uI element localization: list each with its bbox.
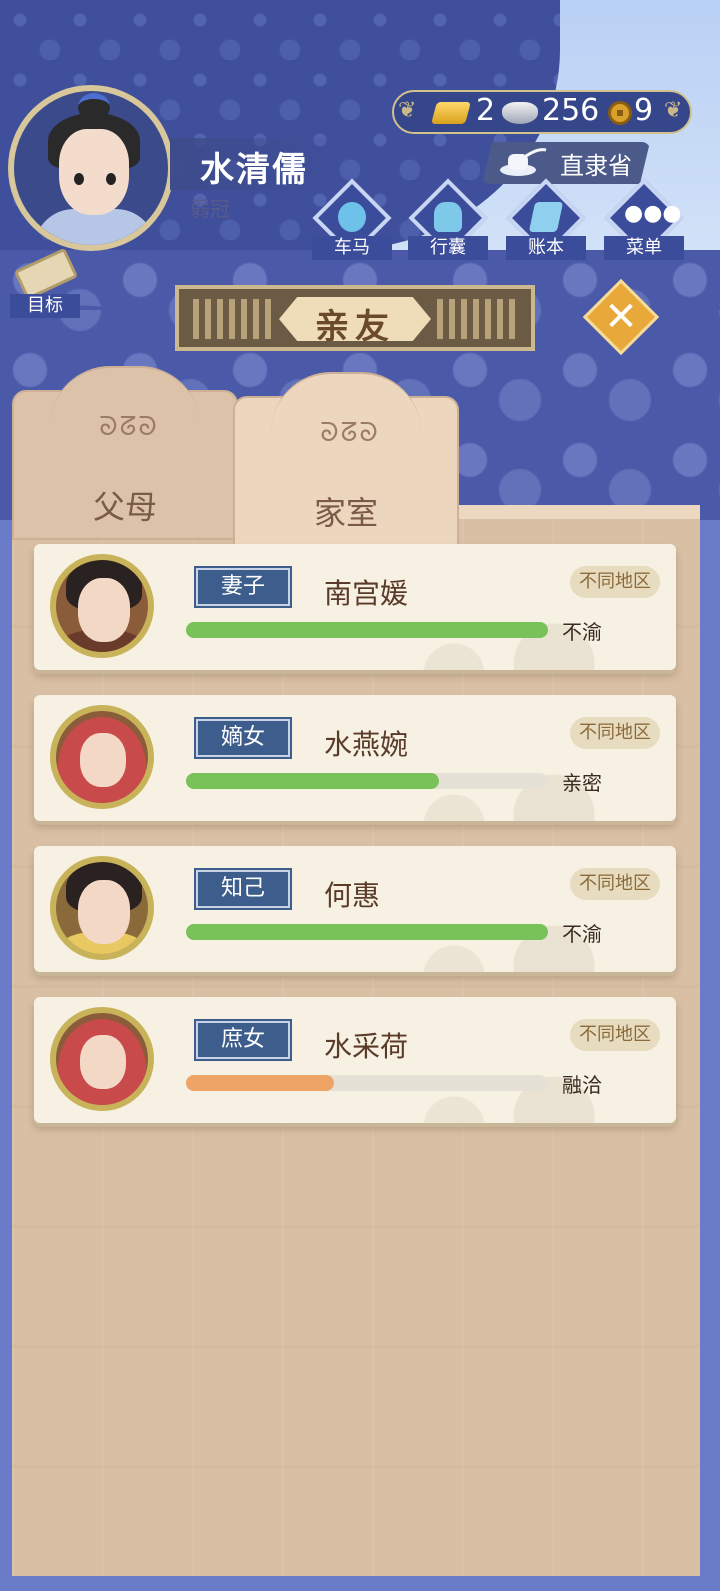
role-tag: 知己 bbox=[194, 868, 292, 910]
banner-ornament bbox=[437, 299, 517, 339]
left-border bbox=[0, 520, 12, 1591]
affection-bar-fill bbox=[186, 622, 548, 638]
mood-label: 不渝 bbox=[562, 922, 602, 946]
tab-parents[interactable]: ᘐᘔᘐ 父母 bbox=[12, 366, 238, 540]
copper-coin-icon bbox=[608, 101, 632, 125]
menu-label: 菜单 bbox=[604, 236, 684, 260]
gold-count: 2 bbox=[476, 93, 496, 128]
affection-bar-fill bbox=[186, 1075, 335, 1091]
location-label: 直隶省 bbox=[560, 152, 632, 180]
mood-label: 不渝 bbox=[562, 620, 602, 644]
portrait-face bbox=[78, 578, 130, 642]
portrait-face bbox=[80, 733, 126, 787]
goal-label[interactable]: 目标 bbox=[10, 294, 80, 318]
member-portrait bbox=[50, 705, 154, 809]
gold-ingot-icon bbox=[431, 102, 471, 124]
portrait-face bbox=[78, 880, 130, 944]
player-avatar[interactable] bbox=[8, 85, 174, 251]
tab-family[interactable]: ᘐᘔᘐ 家室 bbox=[233, 372, 459, 546]
member-card[interactable]: 庶女 水采荷 不同地区 融洽 bbox=[34, 997, 676, 1123]
affection-bar bbox=[186, 1075, 548, 1091]
role-tag: 嫡女 bbox=[194, 717, 292, 759]
affection-bar bbox=[186, 622, 548, 638]
menu-button[interactable]: ●●● 菜单 bbox=[604, 178, 684, 264]
avatar-eye bbox=[106, 173, 116, 185]
avatar-face bbox=[59, 129, 129, 215]
affection-bar bbox=[186, 924, 548, 940]
player-name: 水清儒 bbox=[200, 150, 308, 190]
member-portrait bbox=[50, 856, 154, 960]
affection-bar bbox=[186, 773, 548, 789]
bottom-border bbox=[0, 1576, 720, 1591]
close-icon[interactable]: ✕ bbox=[598, 290, 644, 344]
member-name: 水采荷 bbox=[324, 1030, 409, 1063]
role-tag: 妻子 bbox=[194, 566, 292, 608]
silver-ingot-icon bbox=[502, 102, 538, 124]
coin-count: 9 bbox=[634, 93, 654, 128]
region-badge: 不同地区 bbox=[570, 868, 660, 900]
carriage-label: 车马 bbox=[312, 236, 392, 260]
member-card[interactable]: 知己 何惠 不同地区 不渝 bbox=[34, 846, 676, 972]
currency-bar: ❦ 2 256 9 ❦ bbox=[392, 90, 692, 134]
title-plate: 亲友 bbox=[279, 297, 431, 341]
banner-ornament bbox=[193, 299, 273, 339]
ledger-button[interactable]: 账本 bbox=[506, 178, 586, 264]
bamboo-icon: ❦ bbox=[664, 98, 683, 123]
member-name: 水燕婉 bbox=[324, 728, 409, 761]
page-title: 亲友 bbox=[315, 307, 395, 347]
ledger-label: 账本 bbox=[506, 236, 586, 260]
carriage-button[interactable]: 车马 bbox=[312, 178, 392, 264]
portrait-face bbox=[80, 1035, 126, 1089]
member-portrait bbox=[50, 1007, 154, 1111]
cloud-ornament-icon: ᘐᘔᘐ bbox=[320, 418, 380, 448]
region-badge: 不同地区 bbox=[570, 717, 660, 749]
official-hat-icon bbox=[500, 148, 547, 176]
avatar-bun bbox=[78, 93, 110, 121]
bamboo-icon: ❦ bbox=[398, 98, 417, 123]
carriage-icon bbox=[338, 202, 366, 232]
region-badge: 不同地区 bbox=[570, 566, 660, 598]
member-name: 何惠 bbox=[324, 879, 381, 912]
mood-label: 融洽 bbox=[562, 1073, 602, 1097]
member-card[interactable]: 妻子 南宫媛 不同地区 不渝 bbox=[34, 544, 676, 670]
title-banner: 亲友 bbox=[175, 285, 535, 351]
bag-button[interactable]: 行囊 bbox=[408, 178, 488, 264]
role-tag: 庶女 bbox=[194, 1019, 292, 1061]
region-badge: 不同地区 bbox=[570, 1019, 660, 1051]
affection-bar-fill bbox=[186, 773, 440, 789]
cloud-ornament-icon: ᘐᘔᘐ bbox=[99, 412, 159, 442]
avatar-eye bbox=[74, 173, 84, 185]
silver-count: 256 bbox=[542, 93, 600, 128]
right-border bbox=[700, 520, 720, 1591]
member-name: 南宫媛 bbox=[324, 577, 409, 610]
menu-dots-icon: ●●● bbox=[624, 201, 682, 226]
member-card[interactable]: 嫡女 水燕婉 不同地区 亲密 bbox=[34, 695, 676, 821]
affection-bar-fill bbox=[186, 924, 548, 940]
member-portrait bbox=[50, 554, 154, 658]
tab-parents-label: 父母 bbox=[92, 488, 157, 526]
mood-label: 亲密 bbox=[562, 771, 602, 795]
tab-family-label: 家室 bbox=[313, 494, 378, 532]
avatar-robe bbox=[34, 209, 156, 245]
bag-icon bbox=[434, 202, 462, 232]
player-age-title: 弱冠 bbox=[190, 197, 230, 221]
bag-label: 行囊 bbox=[408, 236, 488, 260]
